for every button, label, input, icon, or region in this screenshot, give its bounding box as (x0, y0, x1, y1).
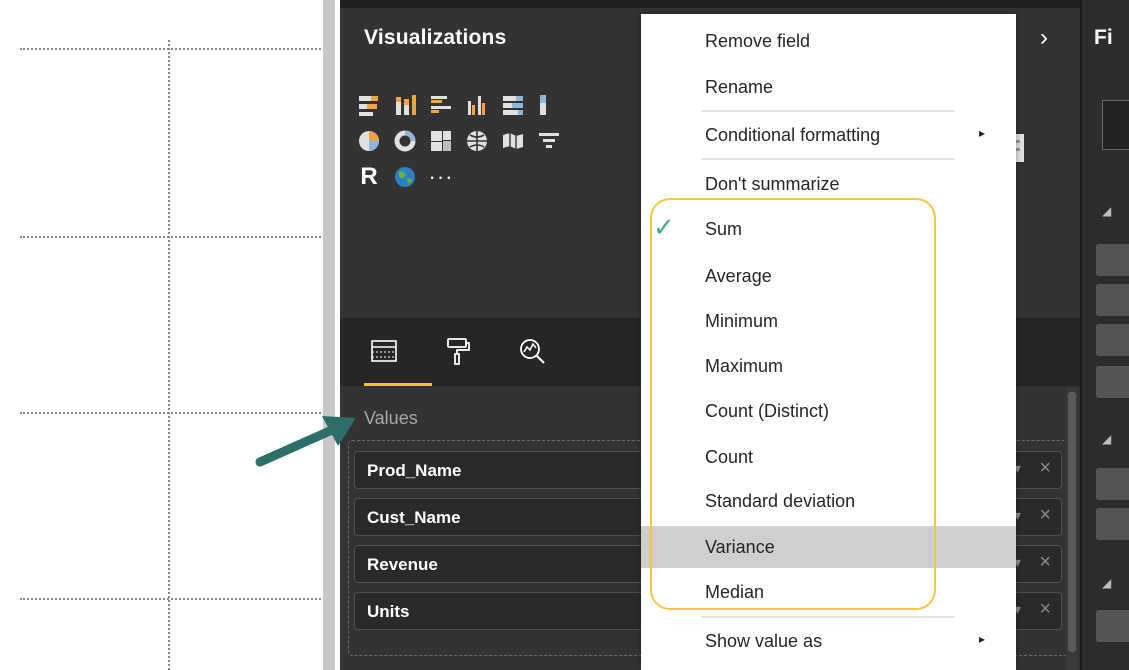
remove-field-icon[interactable]: × (1039, 458, 1051, 478)
menu-item-remove-field[interactable]: Remove field (641, 20, 1016, 62)
100-stacked-column-chart-icon[interactable] (536, 92, 562, 118)
menu-item-rename[interactable]: Rename (641, 66, 1016, 108)
submenu-arrow-icon: ▸ (979, 632, 986, 646)
menu-separator (701, 158, 955, 160)
menu-item-label: Variance (705, 537, 775, 557)
visual-gallery: R ··· (356, 92, 562, 200)
funnel-chart-icon[interactable] (536, 128, 562, 154)
pane-scrollbar-thumb[interactable] (1068, 392, 1076, 652)
stacked-column-chart-icon[interactable] (392, 92, 418, 118)
field-list-item[interactable] (1096, 468, 1129, 500)
values-well-label: Values (364, 408, 418, 428)
fields-pane: Fi ◢ ◢ ◢ (1082, 0, 1129, 670)
remove-field-icon[interactable]: × (1039, 505, 1051, 525)
pie-chart-icon[interactable] (356, 128, 382, 154)
menu-item-label: Sum (705, 219, 743, 239)
menu-item-label: Don't summarize (705, 174, 840, 194)
map-globe-icon[interactable] (464, 128, 490, 154)
menu-separator (701, 616, 955, 618)
stacked-bar-chart-icon[interactable] (356, 92, 382, 118)
field-name: Revenue (367, 555, 438, 574)
menu-item-dont-summarize[interactable]: Don't summarize (641, 163, 1016, 205)
pane-tabs (364, 332, 552, 386)
canvas-gridline (20, 236, 325, 238)
r-script-visual-icon[interactable]: R (356, 163, 382, 190)
format-paint-roller-icon (447, 338, 470, 365)
field-name: Cust_Name (367, 508, 461, 527)
visualizations-title: Visualizations (364, 26, 507, 49)
100-stacked-bar-chart-icon[interactable] (500, 92, 526, 118)
fields-tab[interactable] (364, 332, 432, 386)
menu-item-label: Count (Distinct) (705, 401, 830, 421)
menu-item-label: Count (705, 447, 754, 467)
pane-top-strip (340, 0, 1080, 8)
menu-item-label: Conditional formatting (705, 125, 881, 145)
expand-triangle-icon[interactable]: ◢ (1102, 204, 1111, 218)
menu-item-median[interactable]: Median (641, 571, 1016, 613)
menu-item-count-distinct[interactable]: Count (Distinct) (641, 390, 1016, 432)
menu-item-label: Standard deviation (705, 491, 856, 511)
menu-item-count[interactable]: Count (641, 436, 1016, 478)
canvas-gridline (20, 598, 325, 600)
filled-map-icon[interactable] (500, 128, 526, 154)
menu-item-label: Remove field (705, 31, 811, 51)
menu-item-sum[interactable]: ✓ Sum (641, 208, 1016, 250)
more-visuals-icon[interactable]: ··· (428, 164, 454, 190)
expand-triangle-icon[interactable]: ◢ (1102, 432, 1111, 446)
field-list-item[interactable] (1096, 508, 1129, 540)
field-name: Prod_Name (367, 461, 462, 480)
analytics-tab[interactable] (512, 332, 552, 370)
menu-item-label: Median (705, 582, 765, 602)
format-tab[interactable] (438, 332, 478, 370)
clustered-bar-chart-icon[interactable] (428, 92, 454, 118)
report-canvas[interactable] (0, 0, 335, 670)
submenu-arrow-icon: ▸ (979, 126, 986, 140)
field-list-item[interactable] (1096, 610, 1129, 642)
menu-separator (701, 110, 955, 112)
analytics-magnifier-icon (520, 339, 545, 364)
treemap-icon[interactable] (428, 128, 454, 154)
remove-field-icon[interactable]: × (1039, 599, 1051, 619)
clustered-column-chart-icon[interactable] (464, 92, 490, 118)
field-name: Units (367, 602, 410, 621)
menu-item-conditional-formatting[interactable]: Conditional formatting ▸ (641, 114, 1016, 156)
remove-field-icon[interactable]: × (1039, 552, 1051, 572)
field-list-item[interactable] (1096, 284, 1129, 316)
expand-triangle-icon[interactable]: ◢ (1102, 576, 1111, 590)
field-context-menu: Remove field Rename Conditional formatti… (641, 14, 1016, 670)
canvas-gridline (20, 48, 325, 50)
menu-item-label: Rename (705, 77, 774, 97)
canvas-gridline (168, 40, 170, 670)
fields-tab-icon (371, 340, 397, 362)
menu-item-label: Average (705, 266, 772, 286)
menu-item-variance[interactable]: Variance (641, 526, 1016, 568)
fields-search-input[interactable] (1102, 100, 1129, 150)
menu-item-standard-deviation[interactable]: Standard deviation (641, 480, 1016, 522)
field-list-item[interactable] (1096, 244, 1129, 276)
menu-item-show-value-as[interactable]: Show value as ▸ (641, 620, 1016, 662)
menu-item-average[interactable]: Average (641, 255, 1016, 297)
active-tab-underline (364, 383, 432, 386)
annotation-arrow-icon (255, 416, 356, 467)
collapse-pane-chevron-icon[interactable]: › (1040, 26, 1048, 50)
checkmark-icon: ✓ (653, 212, 675, 242)
fields-pane-title: Fi (1094, 26, 1113, 49)
menu-item-label: Minimum (705, 311, 779, 331)
arcgis-globe-icon[interactable] (392, 164, 418, 190)
canvas-edge (323, 0, 335, 670)
menu-item-maximum[interactable]: Maximum (641, 345, 1016, 387)
menu-item-label: Show value as (705, 631, 823, 651)
menu-item-minimum[interactable]: Minimum (641, 300, 1016, 342)
field-list-item[interactable] (1096, 366, 1129, 398)
menu-item-label: Maximum (705, 356, 784, 376)
field-list-item[interactable] (1096, 324, 1129, 356)
donut-chart-icon[interactable] (392, 128, 418, 154)
